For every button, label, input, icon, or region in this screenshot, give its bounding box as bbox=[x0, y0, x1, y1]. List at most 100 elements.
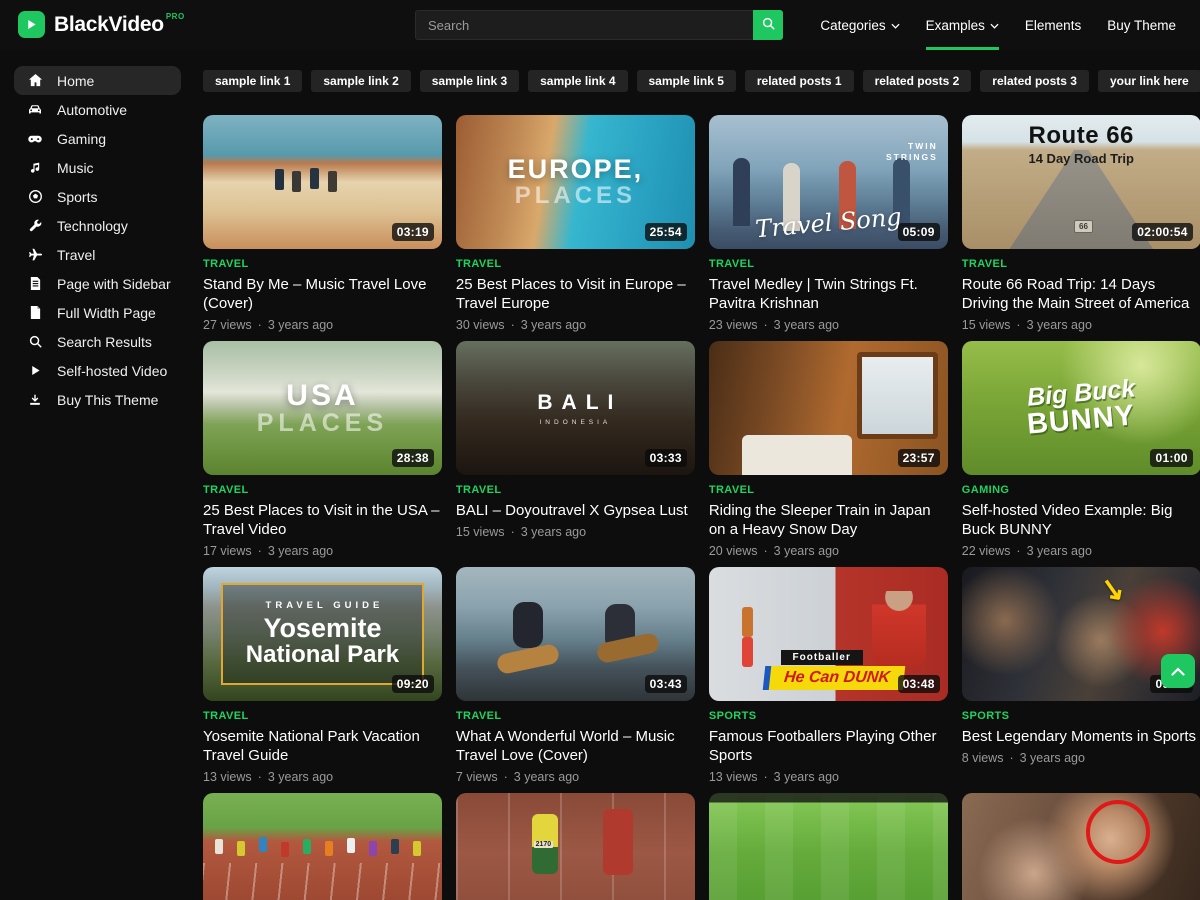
tag-link[interactable]: sample link 1 bbox=[203, 70, 302, 92]
thumbnail-overlay-text: Route 66 bbox=[962, 122, 1200, 150]
video-card[interactable]: 23:57 TRAVEL Riding the Sleeper Train in… bbox=[709, 341, 948, 558]
video-thumbnail[interactable]: BALI INDONESIA 03:33 bbox=[456, 341, 695, 475]
sidebar-item-search-results[interactable]: Search Results bbox=[14, 327, 181, 356]
video-category[interactable]: TRAVEL bbox=[962, 258, 1200, 270]
plane-icon bbox=[27, 247, 43, 263]
video-title[interactable]: Travel Medley | Twin Strings Ft. Pavitra… bbox=[709, 275, 948, 313]
video-title[interactable]: Best Legendary Moments in Sports bbox=[962, 727, 1200, 746]
video-category[interactable]: SPORTS bbox=[709, 710, 948, 722]
sidebar-item-page-with-sidebar[interactable]: Page with Sidebar bbox=[14, 269, 181, 298]
sidebar-item-music[interactable]: Music bbox=[14, 153, 181, 182]
video-card[interactable] bbox=[962, 793, 1200, 900]
video-card[interactable]: USA PLACES 28:38 TRAVEL 25 Best Places t… bbox=[203, 341, 442, 558]
video-card[interactable] bbox=[203, 793, 442, 900]
video-thumbnail[interactable] bbox=[709, 793, 948, 900]
duration-badge: 03:48 bbox=[898, 675, 940, 693]
sidebar-item-buy-this-theme[interactable]: Buy This Theme bbox=[14, 385, 181, 414]
video-category[interactable]: TRAVEL bbox=[709, 258, 948, 270]
soccer-ball-icon bbox=[27, 189, 43, 205]
video-card[interactable]: Big Buck BUNNY 01:00 GAMING Self-hosted … bbox=[962, 341, 1200, 558]
tag-link[interactable]: related posts 2 bbox=[863, 70, 972, 92]
video-category[interactable]: TRAVEL bbox=[203, 484, 442, 496]
sidebar: Home Automotive Gaming Music Sports Tech… bbox=[0, 50, 195, 900]
sidebar-item-full-width-page[interactable]: Full Width Page bbox=[14, 298, 181, 327]
sidebar-item-automotive[interactable]: Automotive bbox=[14, 95, 181, 124]
video-thumbnail[interactable]: Footballer He Can DUNK 03:48 bbox=[709, 567, 948, 701]
duration-badge: 01:00 bbox=[1150, 449, 1192, 467]
video-title[interactable]: Stand By Me – Music Travel Love (Cover) bbox=[203, 275, 442, 313]
video-card[interactable]: 2170 bbox=[456, 793, 695, 900]
video-category[interactable]: TRAVEL bbox=[203, 710, 442, 722]
video-thumbnail[interactable] bbox=[203, 793, 442, 900]
tag-link[interactable]: sample link 4 bbox=[528, 70, 627, 92]
duration-badge: 05:09 bbox=[898, 223, 940, 241]
nav-elements[interactable]: Elements bbox=[1025, 0, 1081, 50]
video-thumbnail[interactable] bbox=[962, 793, 1200, 900]
video-thumbnail[interactable]: 23:57 bbox=[709, 341, 948, 475]
duration-badge: 25:54 bbox=[645, 223, 687, 241]
tag-link[interactable]: sample link 5 bbox=[637, 70, 736, 92]
sidebar-item-gaming[interactable]: Gaming bbox=[14, 124, 181, 153]
sidebar-item-technology[interactable]: Technology bbox=[14, 211, 181, 240]
video-card[interactable]: EUROPE, PLACES 25:54 TRAVEL 25 Best Plac… bbox=[456, 115, 695, 332]
video-card[interactable] bbox=[709, 793, 948, 900]
tag-link[interactable]: your link here bbox=[1098, 70, 1200, 92]
video-thumbnail[interactable]: TWINSTRINGS Travel Song 05:09 bbox=[709, 115, 948, 249]
video-thumbnail[interactable]: Big Buck BUNNY 01:00 bbox=[962, 341, 1200, 475]
video-title[interactable]: Self-hosted Video Example: Big Buck BUNN… bbox=[962, 501, 1200, 539]
video-card[interactable]: TWINSTRINGS Travel Song 05:09 TRAVEL Tra… bbox=[709, 115, 948, 332]
video-title[interactable]: 25 Best Places to Visit in the USA – Tra… bbox=[203, 501, 442, 539]
duration-badge: 02:00:54 bbox=[1132, 223, 1192, 241]
tag-link[interactable]: sample link 2 bbox=[311, 70, 410, 92]
video-card[interactable]: 03:19 TRAVEL Stand By Me – Music Travel … bbox=[203, 115, 442, 332]
video-title[interactable]: Yosemite National Park Vacation Travel G… bbox=[203, 727, 442, 765]
nav-examples[interactable]: Examples bbox=[926, 0, 999, 50]
video-thumbnail[interactable]: 03:19 bbox=[203, 115, 442, 249]
video-card[interactable]: BALI INDONESIA 03:33 TRAVEL BALI – Doyou… bbox=[456, 341, 695, 558]
video-thumbnail[interactable]: EUROPE, PLACES 25:54 bbox=[456, 115, 695, 249]
video-thumbnail[interactable]: Route 66 14 Day Road Trip 66 02:00:54 bbox=[962, 115, 1200, 249]
search-input[interactable] bbox=[415, 10, 753, 40]
video-category[interactable]: TRAVEL bbox=[456, 484, 695, 496]
video-category[interactable]: TRAVEL bbox=[709, 484, 948, 496]
video-card[interactable]: Route 66 14 Day Road Trip 66 02:00:54 TR… bbox=[962, 115, 1200, 332]
sidebar-item-home[interactable]: Home bbox=[14, 66, 181, 95]
thumbnail-frame: TRAVEL GUIDE Yosemite National Park bbox=[221, 583, 424, 685]
home-icon bbox=[27, 73, 43, 89]
scroll-to-top-button[interactable] bbox=[1161, 654, 1195, 688]
chevron-up-icon bbox=[1171, 667, 1185, 676]
site-logo[interactable]: BlackVideo PRO bbox=[18, 11, 185, 38]
nav-categories[interactable]: Categories bbox=[820, 0, 899, 50]
tag-link[interactable]: related posts 3 bbox=[980, 70, 1089, 92]
video-thumbnail[interactable]: USA PLACES 28:38 bbox=[203, 341, 442, 475]
thumbnail-overlay-text: National Park bbox=[246, 642, 399, 668]
duration-badge: 23:57 bbox=[898, 449, 940, 467]
duration-badge: 03:43 bbox=[645, 675, 687, 693]
video-title[interactable]: Famous Footballers Playing Other Sports bbox=[709, 727, 948, 765]
sidebar-item-self-hosted-video[interactable]: Self-hosted Video bbox=[14, 356, 181, 385]
tag-link[interactable]: sample link 3 bbox=[420, 70, 519, 92]
video-title[interactable]: What A Wonderful World – Music Travel Lo… bbox=[456, 727, 695, 765]
video-thumbnail[interactable]: 03:43 bbox=[456, 567, 695, 701]
nav-buy-theme[interactable]: Buy Theme bbox=[1107, 0, 1176, 50]
video-category[interactable]: GAMING bbox=[962, 484, 1200, 496]
video-card[interactable]: TRAVEL GUIDE Yosemite National Park 09:2… bbox=[203, 567, 442, 784]
video-category[interactable]: TRAVEL bbox=[203, 258, 442, 270]
video-title[interactable]: Route 66 Road Trip: 14 Days Driving the … bbox=[962, 275, 1200, 313]
video-title[interactable]: BALI – Doyoutravel X Gypsea Lust bbox=[456, 501, 695, 520]
sidebar-item-sports[interactable]: Sports bbox=[14, 182, 181, 211]
video-card[interactable]: 03:43 TRAVEL What A Wonderful World – Mu… bbox=[456, 567, 695, 784]
video-title[interactable]: Riding the Sleeper Train in Japan on a H… bbox=[709, 501, 948, 539]
video-category[interactable]: TRAVEL bbox=[456, 258, 695, 270]
video-card[interactable]: Footballer He Can DUNK 03:48 SPORTS Famo… bbox=[709, 567, 948, 784]
video-category[interactable]: SPORTS bbox=[962, 710, 1200, 722]
duration-badge: 09:20 bbox=[392, 675, 434, 693]
video-thumbnail[interactable]: 2170 bbox=[456, 793, 695, 900]
tag-link[interactable]: related posts 1 bbox=[745, 70, 854, 92]
thumbnail-overlay-text: He Can DUNK bbox=[763, 666, 905, 690]
sidebar-item-travel[interactable]: Travel bbox=[14, 240, 181, 269]
video-category[interactable]: TRAVEL bbox=[456, 710, 695, 722]
video-title[interactable]: 25 Best Places to Visit in Europe – Trav… bbox=[456, 275, 695, 313]
video-thumbnail[interactable]: TRAVEL GUIDE Yosemite National Park 09:2… bbox=[203, 567, 442, 701]
search-button[interactable] bbox=[753, 10, 783, 40]
